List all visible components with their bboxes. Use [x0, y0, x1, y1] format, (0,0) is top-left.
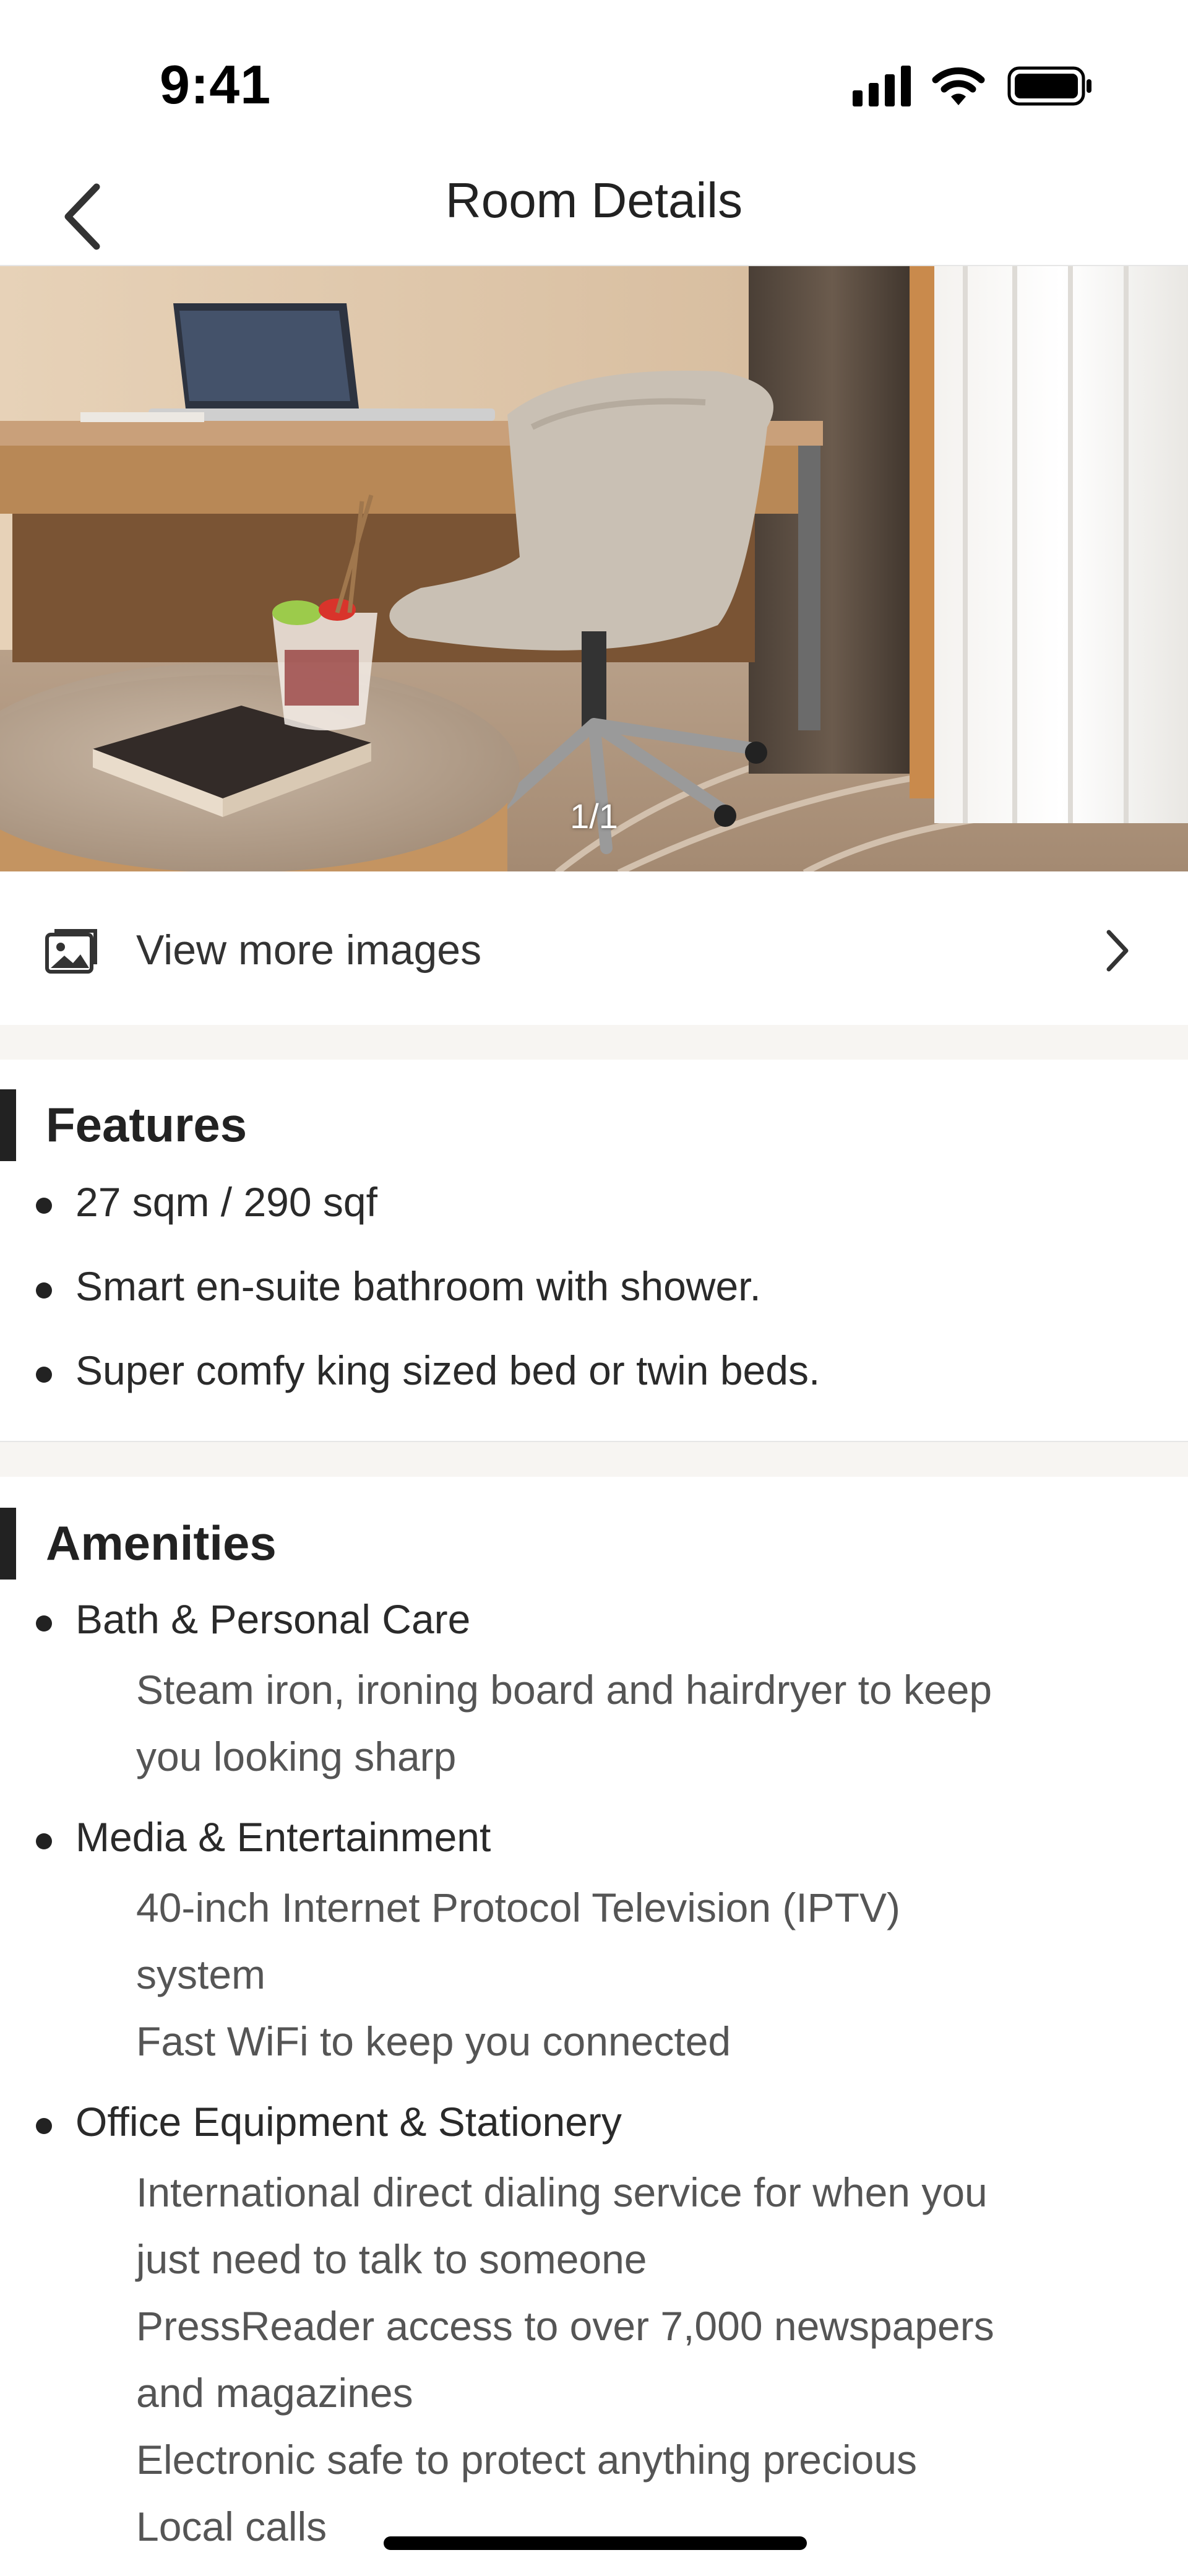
photo-gallery-icon: [45, 929, 97, 974]
status-bar: 9:41: [0, 0, 1188, 149]
amenity-detail: Fast WiFi to keep you connected: [136, 2018, 731, 2064]
section-divider: [0, 1441, 1188, 1477]
amenity-detail: Electronic safe to protect anything prec…: [136, 2437, 918, 2483]
features-section: Features 27 sqm / 290 sqf Smart en-suite…: [0, 1060, 1188, 1441]
section-accent-bar: [0, 1089, 16, 1161]
amenity-detail: you looking sharp: [136, 1734, 457, 1779]
view-more-images-button[interactable]: View more images: [0, 871, 1188, 1025]
page-title: Room Details: [445, 173, 743, 228]
amenity-group-title: Media & Entertainment: [75, 1814, 491, 1860]
home-indicator[interactable]: [384, 2536, 807, 2550]
amenity-detail: system: [136, 1951, 266, 1997]
feature-item: Super comfy king sized bed or twin beds.: [75, 1347, 820, 1393]
status-time: 9:41: [160, 54, 272, 115]
chevron-right-icon: [1106, 930, 1129, 972]
bullet-dot: [36, 1615, 52, 1632]
image-counter: 1/1: [570, 797, 618, 836]
room-photo-illustration: [0, 266, 1188, 871]
feature-item: 27 sqm / 290 sqf: [75, 1179, 377, 1225]
amenity-group-title: Office Equipment & Stationery: [75, 2099, 622, 2145]
section-divider: [0, 1025, 1188, 1060]
feature-item: Smart en-suite bathroom with shower.: [75, 1263, 761, 1309]
bullet-dot: [36, 1282, 52, 1299]
amenities-heading: Amenities: [46, 1516, 277, 1570]
bullet-dot: [36, 1367, 52, 1383]
bullet-dot: [36, 2118, 52, 2134]
room-photo[interactable]: 1/1: [0, 266, 1188, 871]
bullet-dot: [36, 1833, 52, 1849]
amenity-detail: Steam iron, ironing board and hairdryer …: [136, 1667, 992, 1713]
amenity-detail: International direct dialing service for…: [136, 2169, 988, 2215]
section-accent-bar: [0, 1508, 16, 1580]
amenity-detail: 40-inch Internet Protocol Television (IP…: [136, 1885, 901, 1930]
view-more-images-label: View more images: [136, 927, 482, 974]
features-heading: Features: [46, 1097, 248, 1152]
amenity-detail: Local calls: [136, 2504, 327, 2549]
amenities-section: Amenities Bath & Personal Care Steam iro…: [0, 1477, 1188, 2576]
wifi-icon: [932, 67, 985, 105]
bullet-dot: [36, 1198, 52, 1214]
amenity-detail: and magazines: [136, 2370, 413, 2416]
cellular-signal-icon: [853, 66, 911, 106]
battery-icon: [1007, 66, 1091, 106]
amenity-detail: PressReader access to over 7,000 newspap…: [136, 2303, 994, 2349]
amenity-group-title: Bath & Personal Care: [75, 1596, 471, 1642]
amenity-detail: just need to talk to someone: [136, 2236, 647, 2282]
nav-bar: Room Details: [0, 149, 1188, 266]
